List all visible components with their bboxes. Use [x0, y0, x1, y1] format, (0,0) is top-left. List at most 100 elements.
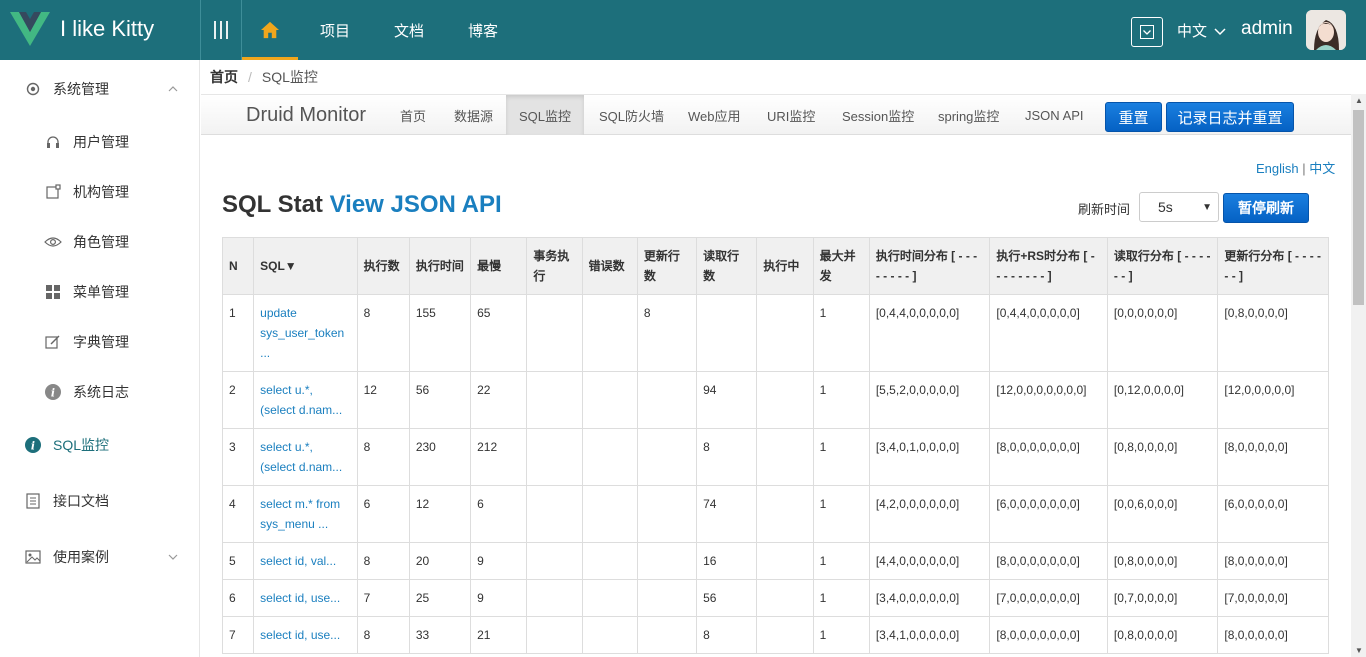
col-header[interactable]: SQL▼: [253, 237, 358, 295]
col-header[interactable]: 更新行分布 [ - - - - - - ]: [1217, 237, 1329, 295]
pause-refresh-button[interactable]: 暂停刷新: [1223, 193, 1309, 223]
table-cell: 6: [221, 579, 255, 617]
table-cell: [526, 542, 583, 580]
col-header[interactable]: 读取行数: [696, 237, 758, 295]
page-scrollbar[interactable]: ▲ ▼: [1351, 94, 1366, 657]
table-cell: [526, 371, 583, 429]
druid-nav-spring[interactable]: spring监控: [938, 95, 999, 135]
table-cell: [526, 294, 583, 372]
nav-docs[interactable]: 文档: [372, 0, 446, 60]
col-header[interactable]: 执行时间: [408, 237, 472, 295]
table-cell: 8: [356, 542, 410, 580]
table-cell: [0,8,0,0,0,0]: [1106, 428, 1219, 486]
nav-projects[interactable]: 项目: [298, 0, 372, 60]
druid-nav-datasource[interactable]: 数据源: [454, 95, 493, 135]
table-cell: [5,5,2,0,0,0,0,0]: [868, 371, 991, 429]
col-header[interactable]: 读取行分布 [ - - - - - - ]: [1106, 237, 1219, 295]
sidebar-item-orgs[interactable]: 机构管理: [0, 177, 200, 207]
language-selector[interactable]: 中文: [1177, 20, 1226, 41]
druid-nav-home[interactable]: 首页: [400, 95, 426, 135]
lang-chinese-link[interactable]: 中文: [1309, 161, 1335, 176]
table-cell: [8,0,0,0,0,0,0,0]: [989, 428, 1108, 486]
scroll-up-icon[interactable]: ▲: [1355, 96, 1363, 105]
table-cell: 1: [812, 542, 870, 580]
brand[interactable]: I like Kitty: [0, 0, 200, 60]
table-cell: [0,4,4,0,0,0,0,0]: [989, 294, 1108, 372]
table-cell: [8,0,0,0,0,0,0,0]: [989, 616, 1108, 654]
sidebar-item-label: SQL监控: [53, 437, 110, 453]
language-label: 中文: [1177, 23, 1208, 40]
table-cell: [8,0,0,0,0,0]: [1217, 542, 1329, 580]
druid-title[interactable]: Druid Monitor: [246, 104, 366, 127]
sidebar-item-examples[interactable]: 使用案例: [0, 542, 200, 572]
druid-nav-session[interactable]: Session监控: [842, 95, 914, 135]
col-header[interactable]: 错误数: [581, 237, 638, 295]
table-cell: update sys_user_token ...: [253, 294, 358, 372]
sql-link[interactable]: select m.* from sys_menu ...: [260, 497, 340, 531]
sql-link[interactable]: select id, use...: [260, 591, 340, 605]
scroll-down-icon[interactable]: ▼: [1355, 646, 1363, 655]
view-json-api-link[interactable]: View JSON API: [330, 191, 502, 218]
col-header[interactable]: 执行+RS时分布 [ - - - - - - - - ]: [989, 237, 1108, 295]
sidebar: 系统管理 用户管理 机构管理 角色管理 菜单管理 字典管理 i 系统日志 i S…: [0, 60, 200, 657]
sidebar-item-menus[interactable]: 菜单管理: [0, 277, 200, 307]
table-cell: [636, 485, 698, 543]
username[interactable]: admin: [1241, 18, 1293, 40]
col-header[interactable]: 执行时间分布 [ - - - - - - - - ]: [868, 237, 991, 295]
druid-nav-sql[interactable]: SQL监控: [506, 95, 584, 135]
reset-button[interactable]: 重置: [1105, 102, 1162, 132]
table-cell: [581, 485, 638, 543]
druid-nav-json-api[interactable]: JSON API: [1025, 95, 1084, 135]
table-cell: 12: [356, 371, 410, 429]
table-cell: 22: [470, 371, 528, 429]
svg-text:i: i: [31, 440, 35, 453]
table-cell: 2: [221, 371, 255, 429]
table-cell: [581, 579, 638, 617]
sidebar-item-users[interactable]: 用户管理: [0, 127, 200, 157]
refresh-interval-select[interactable]: 5s ▼: [1139, 192, 1219, 222]
sql-link[interactable]: select id, val...: [260, 554, 336, 568]
druid-nav-uri[interactable]: URI监控: [767, 95, 815, 135]
nav-blog[interactable]: 博客: [446, 0, 520, 60]
col-header[interactable]: 最慢: [470, 237, 528, 295]
sql-link[interactable]: update sys_user_token ...: [260, 306, 344, 360]
menu-toggle-icon[interactable]: [200, 0, 242, 60]
table-cell: 212: [470, 428, 528, 486]
sidebar-item-api-docs[interactable]: 接口文档: [0, 486, 200, 516]
home-tab[interactable]: [242, 0, 298, 60]
scrollbar-thumb[interactable]: [1353, 110, 1364, 305]
table-row: 3 select u.*, (select d.nam... 8 230 212 8 1 [3…: [221, 428, 1329, 486]
sidebar-item-system[interactable]: 系统管理: [0, 74, 200, 104]
sql-stat-heading: SQL Stat: [222, 191, 323, 218]
sql-link[interactable]: select u.*, (select d.nam...: [260, 383, 342, 417]
sidebar-item-roles[interactable]: 角色管理: [0, 227, 200, 257]
log-and-reset-button[interactable]: 记录日志并重置: [1166, 102, 1294, 132]
top-header: I like Kitty 项目 文档 博客 中文 admin: [0, 0, 1366, 60]
sidebar-item-label: 字典管理: [73, 334, 129, 350]
col-header[interactable]: 执行数: [356, 237, 410, 295]
col-header[interactable]: 事务执行: [526, 237, 583, 295]
breadcrumb-home[interactable]: 首页: [210, 67, 238, 87]
table-cell: 8: [636, 294, 698, 372]
sidebar-item-dicts[interactable]: 字典管理: [0, 327, 200, 357]
sidebar-item-logs[interactable]: i 系统日志: [0, 377, 200, 407]
sql-link[interactable]: select id, use...: [260, 628, 340, 642]
druid-nav-webapp[interactable]: Web应用: [688, 95, 741, 135]
document-icon: [24, 492, 42, 510]
col-header[interactable]: 执行中: [756, 237, 814, 295]
vue-logo-icon: [10, 12, 50, 46]
table-cell: [0,7,0,0,0,0]: [1106, 579, 1219, 617]
col-header[interactable]: 最大并发: [812, 237, 870, 295]
sidebar-item-sql-monitor[interactable]: i SQL监控: [0, 430, 200, 460]
col-header[interactable]: N: [221, 237, 255, 295]
col-header[interactable]: 更新行数: [636, 237, 698, 295]
collapse-button[interactable]: [1131, 17, 1163, 47]
table-cell: [581, 294, 638, 372]
gear-icon: [24, 80, 42, 98]
druid-nav-wall[interactable]: SQL防火墙: [599, 95, 664, 135]
table-cell: [3,4,1,0,0,0,0,0]: [868, 616, 991, 654]
table-cell: 8: [356, 428, 410, 486]
sql-link[interactable]: select u.*, (select d.nam...: [260, 440, 342, 474]
lang-english-link[interactable]: English: [1256, 161, 1299, 176]
avatar[interactable]: [1306, 10, 1346, 50]
